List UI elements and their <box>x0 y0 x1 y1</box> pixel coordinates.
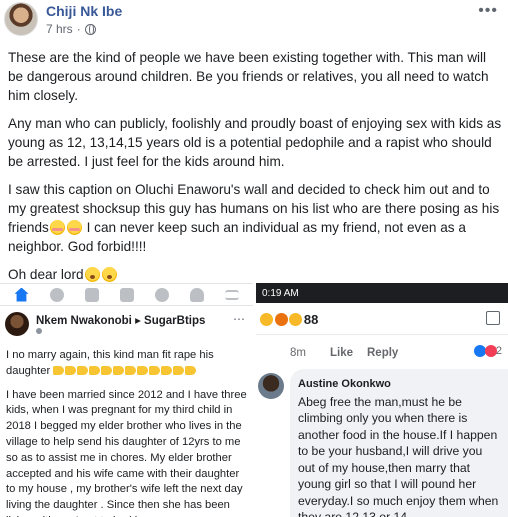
globe-icon <box>36 328 42 334</box>
post-body: These are the kind of people we have bee… <box>8 48 504 293</box>
more-options-icon: ⋯ <box>233 312 245 326</box>
screenshot-post-header: Nkem Nwakonobi ▸ SugarBtips ⋯ <box>0 306 253 346</box>
post-paragraph: Oh dear lord <box>8 265 504 284</box>
screenshot-post-text: I no marry again, this kind man fit rape… <box>6 349 247 517</box>
pointing-hand-emoji-icon <box>53 365 197 377</box>
profile-icon <box>154 287 169 302</box>
comment-reaction-count: 2 <box>473 345 502 357</box>
comment-text: Abeg free the man,must he be climbing on… <box>298 394 499 517</box>
angry-reaction-icon <box>274 313 288 326</box>
facebook-nav-bar <box>0 284 253 306</box>
crying-emoji-icon <box>101 267 117 282</box>
more-options-icon[interactable]: ••• <box>478 2 498 20</box>
screenshot-post-author: Nkem Nwakonobi ▸ SugarBtips <box>36 315 206 327</box>
post-paragraph: I saw this caption on Oluchi Enaworu's w… <box>8 182 500 254</box>
avatar[interactable] <box>4 2 38 36</box>
screenshot-left[interactable]: Nkem Nwakonobi ▸ SugarBtips ⋯ I no marry… <box>0 283 253 517</box>
poster-name[interactable]: Chiji Nk Ibe <box>46 3 122 19</box>
flushed-emoji-icon <box>66 220 82 235</box>
avatar <box>258 373 284 399</box>
watch-icon <box>119 287 134 302</box>
avatar <box>5 312 29 336</box>
like-button: Like <box>330 347 354 359</box>
post-paragraph: These are the kind of people we have bee… <box>8 50 489 103</box>
menu-icon <box>224 289 239 300</box>
reaction-summary: 88 <box>256 303 508 335</box>
flushed-emoji-icon <box>49 220 65 235</box>
globe-icon[interactable] <box>84 23 96 35</box>
bell-icon <box>189 287 204 302</box>
comment-bubble: Austine Okonkwo Abeg free the man,must h… <box>290 369 508 517</box>
post-time[interactable]: 7 hrs <box>46 22 73 36</box>
groups-icon <box>84 287 99 302</box>
reply-button: Reply <box>367 347 399 359</box>
post-header: Chiji Nk Ibe 7 hrs · ••• <box>0 0 508 42</box>
comment-time: 8m <box>290 347 306 359</box>
wow-reaction-icon <box>289 313 303 326</box>
comment-actions: 8m Like Reply 2 <box>256 335 508 369</box>
reaction-count: 88 <box>303 312 319 327</box>
post-paragraph: Any man who can publicly, foolishly and … <box>8 116 502 169</box>
comment-author: Austine Okonkwo <box>298 378 391 390</box>
thumbs-up-icon <box>486 311 500 325</box>
wow-reaction-icon <box>260 313 273 326</box>
home-icon <box>14 287 29 302</box>
crying-emoji-icon <box>84 267 100 282</box>
status-bar: 0:19 AM <box>256 283 508 303</box>
screenshot-right[interactable]: 0:19 AM 88 8m Like Reply 2 Austine Okonk… <box>256 283 508 517</box>
friends-icon <box>49 287 64 302</box>
post-meta: 7 hrs · <box>46 22 96 36</box>
